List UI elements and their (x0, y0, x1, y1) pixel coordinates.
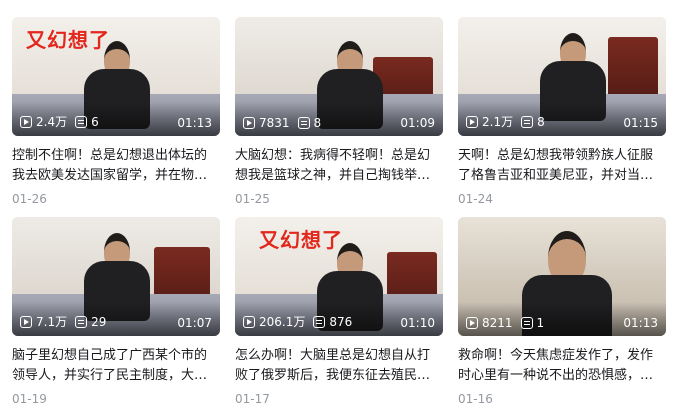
danmaku-count: 8 (313, 116, 322, 130)
view-count: 206.1万 (259, 315, 306, 329)
thumbnail-overlay-text: 又幻想了 (26, 28, 110, 52)
play-count-icon (20, 115, 32, 128)
video-thumbnail[interactable]: 又幻想了 2.4万 6 01:13 (12, 17, 220, 136)
video-duration: 01:10 (400, 316, 435, 330)
video-title[interactable]: 天啊！总是幻想我带领黔族人征服了格鲁吉亚和亚美尼亚，并对当… (458, 146, 664, 186)
video-thumbnail[interactable]: 又幻想了 206.1万 876 01:10 (235, 217, 443, 336)
play-count-icon (243, 315, 255, 328)
video-stats: 2.1万 8 (466, 113, 545, 130)
video-duration: 01:15 (623, 116, 658, 130)
video-stats: 8211 1 (466, 316, 544, 330)
video-card[interactable]: 2.1万 8 01:15 天啊！总是幻想我带领黔族人征服了格鲁吉亚和亚美尼亚，并… (458, 17, 666, 206)
video-title[interactable]: 怎么办啊！大脑里总是幻想自从打败了俄罗斯后，我便东征去殖民… (235, 346, 441, 386)
video-duration: 01:09 (400, 116, 435, 130)
video-title[interactable]: 脑子里幻想自己成了广西某个市的领导人，并实行了民主制度，大… (12, 346, 218, 386)
video-stats: 7.1万 29 (20, 313, 106, 330)
video-card[interactable]: 7.1万 29 01:07 脑子里幻想自己成了广西某个市的领导人，并实行了民主制… (12, 217, 220, 406)
video-thumbnail[interactable]: 8211 1 01:13 (458, 217, 666, 336)
danmaku-count: 29 (91, 314, 107, 329)
video-card[interactable]: 又幻想了 2.4万 6 01:13 控制不住啊！总是幻想退出体坛的我去欧美发达国… (12, 17, 220, 206)
view-count: 7.1万 (36, 315, 68, 329)
video-date: 01-16 (458, 392, 493, 406)
view-count: 2.4万 (36, 115, 68, 129)
video-thumbnail[interactable]: 7831 8 01:09 (235, 17, 443, 136)
video-title[interactable]: 控制不住啊！总是幻想退出体坛的我去欧美发达国家留学，并在物… (12, 146, 218, 186)
video-duration: 01:13 (623, 316, 658, 330)
video-thumbnail[interactable]: 2.1万 8 01:15 (458, 17, 666, 136)
danmaku-icon (313, 315, 326, 328)
video-date: 01-25 (235, 192, 270, 206)
video-date: 01-24 (458, 192, 493, 206)
video-stats: 206.1万 876 (243, 313, 352, 330)
video-title[interactable]: 救命啊！今天焦虑症发作了，发作时心里有一种说不出的恐惧感，… (458, 346, 664, 386)
danmaku-count: 8 (537, 114, 545, 129)
video-date: 01-26 (12, 192, 47, 206)
video-duration: 01:13 (177, 116, 212, 130)
video-grid: 又幻想了 2.4万 6 01:13 控制不住啊！总是幻想退出体坛的我去欧美发达国… (0, 0, 674, 406)
play-count-icon (466, 317, 478, 329)
video-card[interactable]: 8211 1 01:13 救命啊！今天焦虑症发作了，发作时心里有一种说不出的恐惧… (458, 217, 666, 406)
danmaku-icon (297, 117, 310, 129)
video-card[interactable]: 7831 8 01:09 大脑幻想：我病得不轻啊！总是幻想我是篮球之神，并自己掏… (235, 17, 443, 206)
video-thumbnail[interactable]: 7.1万 29 01:07 (12, 217, 220, 336)
video-stats: 2.4万 6 (20, 113, 99, 130)
view-count: 8211 (482, 316, 513, 330)
play-count-icon (20, 315, 32, 328)
view-count: 7831 (259, 116, 290, 130)
video-duration: 01:07 (177, 316, 212, 330)
play-count-icon (243, 117, 255, 129)
view-count: 2.1万 (482, 115, 514, 129)
danmaku-count: 6 (91, 114, 99, 129)
video-date: 01-19 (12, 392, 47, 406)
danmaku-count: 1 (536, 316, 545, 330)
danmaku-icon (520, 317, 533, 329)
danmaku-icon (521, 115, 534, 128)
danmaku-count: 876 (329, 314, 353, 329)
video-stats: 7831 8 (243, 116, 321, 130)
thumbnail-overlay-text: 又幻想了 (259, 228, 343, 252)
video-date: 01-17 (235, 392, 270, 406)
video-title[interactable]: 大脑幻想：我病得不轻啊！总是幻想我是篮球之神，并自己掏钱举… (235, 146, 441, 186)
play-count-icon (466, 115, 478, 128)
danmaku-icon (75, 115, 88, 128)
danmaku-icon (75, 315, 88, 328)
video-card[interactable]: 又幻想了 206.1万 876 01:10 怎么办啊！大脑里总是幻想自从打败了俄… (235, 217, 443, 406)
